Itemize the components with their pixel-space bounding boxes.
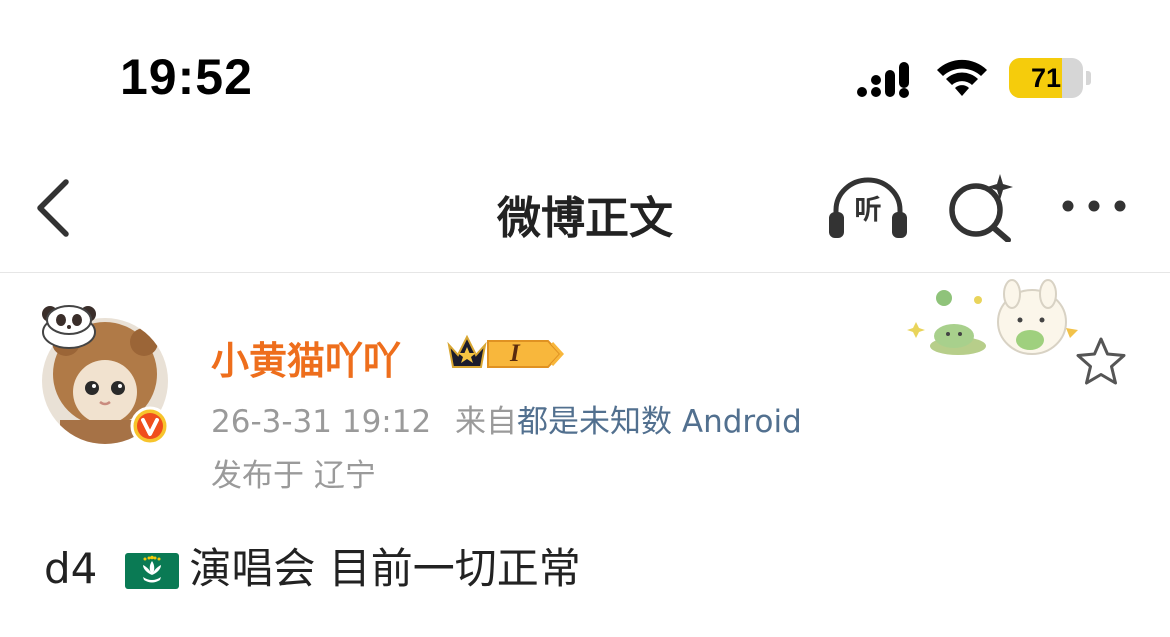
status-time: 19:52 — [120, 49, 253, 105]
listen-button[interactable]: 听 — [826, 176, 910, 240]
wifi-icon — [937, 59, 987, 96]
panda-sticker — [42, 305, 96, 349]
verified-badge-icon — [130, 406, 170, 446]
username[interactable]: 小黄猫吖吖 — [211, 330, 401, 385]
post-meta: 26-3-31 19:12 来自都是未知数 Android — [211, 396, 802, 441]
macau-flag-emoji — [125, 553, 180, 589]
cellular-signal-icon — [857, 62, 909, 98]
battery-level: 71 — [1030, 63, 1062, 93]
post-timestamp: 26-3-31 19:12 — [211, 404, 432, 440]
avatar[interactable] — [38, 298, 178, 446]
nav-bar: 微博正文 听 — [0, 150, 1170, 273]
post-text-body: 演唱会 目前一切正常 — [189, 544, 581, 593]
post-text: d4 演唱会 目前一切正常 — [44, 535, 581, 596]
favorite-star-icon[interactable] — [1074, 336, 1128, 386]
level-badge-label: I — [510, 340, 520, 367]
post-source-link[interactable]: 都是未知数 Android — [517, 404, 802, 440]
post-location: 发布于 辽宁 — [211, 458, 376, 494]
level-badge[interactable]: I — [486, 337, 565, 371]
crown-icon — [447, 334, 487, 368]
post-text-prefix: d4 — [44, 544, 98, 593]
sticker-decoration — [907, 279, 1078, 355]
ai-search-icon[interactable] — [946, 170, 1016, 242]
listen-label: 听 — [854, 195, 882, 226]
more-icon[interactable] — [1058, 188, 1130, 224]
battery-icon: 71 — [1009, 58, 1091, 98]
source-prefix: 来自 — [455, 404, 518, 440]
status-bar: 19:52 71 — [0, 0, 1170, 150]
